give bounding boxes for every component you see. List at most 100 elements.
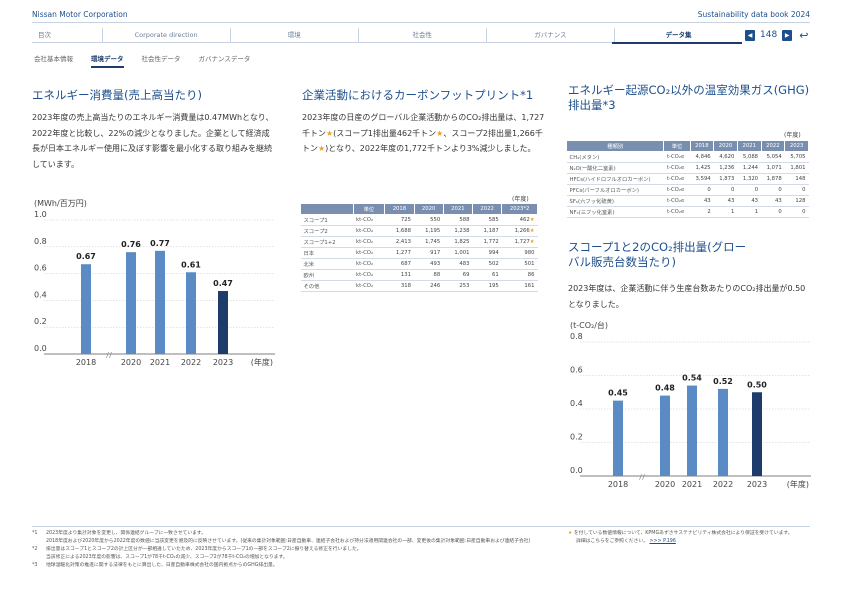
data-label: 0.52 [713, 377, 733, 386]
carbon-table-cell: 687 [384, 258, 415, 270]
ghg-table-row: SF₆(六フッ化硫黄) t-CO₂e 43 43 43 43 128 [566, 195, 809, 207]
ghg-table-cell: 1,873 [713, 173, 738, 185]
y-tick-label: 0.2 [570, 433, 583, 442]
ghg-table-cell: t-CO₂e [663, 173, 690, 185]
ghg-table-cell: 1,801 [784, 162, 809, 174]
bar [718, 388, 728, 476]
scope-title: スコープ1と2のCO₂排出量(グローバル販売台数当たり) [568, 240, 747, 269]
carbon-table-cell: 1,266★ [501, 225, 538, 237]
carbon-table-row: その他 kt-CO₂ 318 246 253 195 161 [300, 280, 538, 292]
axis-break-icon [106, 351, 112, 359]
carbon-table-row: 日本 kt-CO₂ 1,277 917 1,001 994 980 [300, 247, 538, 259]
x-tick-label: 2018 [608, 480, 628, 489]
carbon-table-cell: 61 [472, 269, 502, 281]
carbon-table-cell: 585 [472, 214, 502, 226]
nav-social[interactable]: 社会性 [357, 28, 486, 42]
data-label: 0.47 [213, 279, 233, 288]
sub-nav: 会社基本情報 環境データ 社会性データ ガバナンスデータ [34, 53, 251, 68]
carbon-table-cell: 1,745 [414, 236, 444, 248]
ghg-table-cell: 5,088 [737, 151, 762, 163]
x-tick-label: 2021 [150, 358, 170, 366]
y-tick-label: 0.6 [570, 366, 583, 375]
ghg-table-cell: 5,054 [761, 151, 785, 163]
axis-break-icon [639, 473, 645, 481]
carbon-table-cell: kt-CO₂ [353, 247, 385, 259]
ghg-table-wrap: 種類別 単位 2018 2020 2021 2022 2023 CH₄(メタン) t-CO₂e… [565, 140, 809, 218]
footnote-2b: 当該修正による2023年度の影響は、スコープ1が78千t-CO₂の減少、スコープ… [46, 555, 288, 560]
x-tick-label: 2023 [747, 480, 767, 489]
y-tick-label: 0.2 [34, 317, 47, 326]
prev-page-icon[interactable]: ◀ [745, 29, 755, 41]
y-tick-label: 0.0 [34, 344, 47, 353]
carbon-table-cell: その他 [300, 280, 354, 292]
carbon-table-cell: 502 [472, 258, 502, 270]
carbon-table-cell: 917 [414, 247, 444, 259]
ghg-table-cell: 0 [737, 184, 762, 196]
next-page-icon[interactable]: ▶ [782, 29, 793, 41]
nav-toc[interactable]: 目次 [32, 28, 102, 42]
carbon-table-cell: 日本 [300, 247, 354, 259]
bar [186, 272, 196, 354]
subnav-governance-data[interactable]: ガバナンスデータ [199, 53, 251, 63]
nav-environment[interactable]: 環境 [229, 28, 358, 42]
nav-governance[interactable]: ガバナンス [485, 28, 614, 42]
bar [687, 385, 697, 476]
assurance-link[interactable]: >>> P.196 [650, 539, 676, 544]
ghg-table-header-cell: 2020 [713, 140, 738, 152]
carbon-table-cell: kt-CO₂ [353, 225, 385, 237]
ghg-table-cell: HFCs(ハイドロフルオロカーボン) [566, 173, 664, 185]
carbon-table-cell: スコープ1 [300, 214, 354, 226]
assurance-note: ★ を付している数値情報について、KPMGあずさサステナビリティ株式会社により保… [568, 530, 808, 546]
ghg-table-cell: 43 [690, 195, 714, 207]
ghg-table-cell: SF₆(六フッ化硫黄) [566, 195, 664, 207]
nav-data[interactable]: データ集 [613, 28, 742, 42]
carbon-table-header-cell: 2023*2 [501, 203, 538, 215]
carbon-table-cell: 1,688 [384, 225, 415, 237]
carbon-table-cell: スコープ1+2 [300, 236, 354, 248]
subnav-environment-data[interactable]: 環境データ [91, 53, 124, 68]
footnote-mark: *3 [32, 563, 38, 568]
carbon-table-cell: 86 [501, 269, 538, 281]
nav-corporate-direction[interactable]: Corporate direction [101, 28, 230, 42]
ghg-table-cell: 43 [713, 195, 738, 207]
data-label: 0.48 [655, 384, 675, 393]
back-icon[interactable]: ↩ [799, 29, 808, 42]
carbon-text-b: (スコープ1排出量462千トン [333, 128, 437, 138]
y-tick-label: 0.8 [570, 332, 583, 341]
y-tick-label: 0.0 [570, 466, 583, 475]
scope-chart: (t-CO₂/台) 0.0 0.2 0.4 0.6 0.8 0.45 2018 0.48 2020… [566, 316, 816, 491]
carbon-table-header-cell: 2021 [442, 203, 473, 215]
footnote-mark: *2 [32, 547, 38, 552]
ghg-table-header-cell: 種類別 [565, 140, 665, 152]
carbon-table-cell: kt-CO₂ [353, 236, 385, 248]
carbon-table-cell: kt-CO₂ [353, 214, 385, 226]
bar [81, 264, 91, 354]
carbon-table-cell: 550 [414, 214, 444, 226]
carbon-table-cell: 483 [443, 258, 473, 270]
ghg-table-cell: 1,425 [690, 162, 714, 174]
footnote-2: 排出量はスコープ1とスコープ2の計上区分が一部相違していたため、2023年度から… [46, 547, 362, 552]
carbon-table-cell: 1,238 [443, 225, 473, 237]
ghg-table-cell: t-CO₂e [663, 195, 690, 207]
carbon-table-cell: 69 [443, 269, 473, 281]
footnotes: *1 2023年度より集計対象を変更し、関係連結グループに一致させています。 20… [32, 530, 532, 570]
x-tick-label: 2021 [682, 480, 702, 489]
carbon-table-cell: 1,195 [414, 225, 444, 237]
ghg-table-header-cell: 2021 [736, 140, 762, 152]
carbon-table-cell: 2,413 [384, 236, 415, 248]
nav-active-indicator [612, 42, 742, 44]
x-tick-label: 2022 [713, 480, 733, 489]
ghg-year-label: (年度) [784, 132, 801, 139]
y-tick-label: 0.6 [34, 264, 47, 273]
bar [613, 400, 623, 476]
ghg-table-cell: PFCs(パーフルオロカーボン) [566, 184, 664, 196]
ghg-table-cell: 43 [737, 195, 762, 207]
y-tick-label: 0.8 [34, 237, 47, 246]
subnav-social-data[interactable]: 社会性データ [142, 53, 181, 63]
carbon-table-cell: 1,187 [472, 225, 502, 237]
carbon-table-cell: 161 [501, 280, 538, 292]
ghg-table-header-cell: 単位 [663, 140, 691, 152]
carbon-table-cell: 588 [443, 214, 473, 226]
subnav-company-info[interactable]: 会社基本情報 [34, 53, 73, 63]
carbon-table-row: スコープ2 kt-CO₂ 1,688 1,195 1,238 1,187 1,266★ [300, 225, 538, 237]
